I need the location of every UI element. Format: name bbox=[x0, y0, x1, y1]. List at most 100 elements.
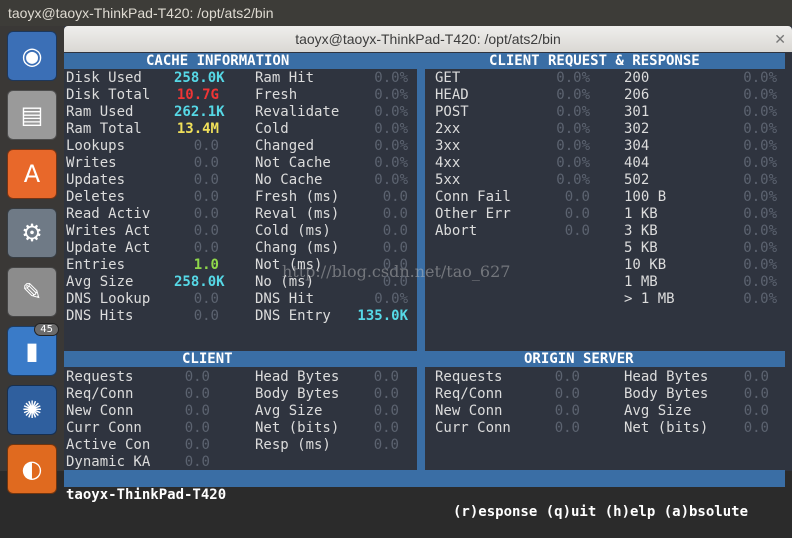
stat-label: 404 bbox=[624, 155, 650, 171]
stat-label: No (ms) bbox=[255, 274, 315, 290]
stat-value: 0.0% bbox=[374, 87, 408, 103]
stat-label: Avg Size bbox=[66, 274, 134, 290]
terminal-titlebar[interactable]: taoyx@taoyx-ThinkPad-T420: /opt/ats2/bin… bbox=[64, 26, 792, 52]
launcher-item-shutter-aperture[interactable]: ✺ bbox=[7, 385, 57, 435]
stat-value: 0.0 bbox=[382, 206, 408, 222]
stat-label: Entries bbox=[66, 257, 126, 273]
origin-server-title: ORIGIN SERVER bbox=[524, 351, 634, 367]
stat-value: 0.0 bbox=[184, 386, 210, 402]
stat-label: Body Bytes bbox=[624, 386, 709, 402]
stat-value: 0.0% bbox=[556, 121, 590, 137]
stat-label: Lookups bbox=[66, 138, 126, 154]
stat-value: 0.0 bbox=[193, 138, 219, 154]
stat-label: > 1 MB bbox=[624, 291, 675, 307]
stat-value: 0.0% bbox=[374, 104, 408, 120]
stat-value: 0.0% bbox=[743, 87, 777, 103]
stat-label: 3xx bbox=[435, 138, 461, 154]
stat-value: 258.0K bbox=[174, 274, 225, 290]
stat-label: 304 bbox=[624, 138, 650, 154]
stat-label: Net (bits) bbox=[624, 420, 709, 436]
launcher-item-thermometer[interactable]: ▮ 45 bbox=[7, 323, 59, 376]
stat-label: HEAD bbox=[435, 87, 469, 103]
stat-label: Not (ms) bbox=[255, 257, 323, 273]
stat-value: 258.0K bbox=[174, 70, 225, 86]
top-panel: taoyx@taoyx-ThinkPad-T420: /opt/ats2/bin bbox=[0, 0, 792, 26]
stat-value: 0.0% bbox=[743, 155, 777, 171]
stat-value: 0.0 bbox=[743, 420, 769, 436]
stat-label: Body Bytes bbox=[255, 386, 340, 402]
unity-launcher: ◉ ▤ A ⚙ ✎ ▮ 45 ✺ ◐ bbox=[0, 26, 64, 494]
stat-label: Req/Conn bbox=[435, 386, 503, 402]
stat-label: Ram Used bbox=[66, 104, 134, 120]
stat-value: 0.0 bbox=[743, 403, 769, 419]
stat-label: 200 bbox=[624, 70, 650, 86]
launcher-item-firefox[interactable]: ◐ bbox=[7, 444, 57, 494]
stat-label: 3 KB bbox=[624, 223, 658, 239]
text-editor-icon: ✎ bbox=[21, 278, 43, 306]
stat-value: 0.0 bbox=[193, 240, 219, 256]
stat-value: 0.0% bbox=[743, 257, 777, 273]
stat-label: New Conn bbox=[66, 403, 134, 419]
close-icon[interactable]: ✕ bbox=[774, 31, 786, 47]
settings-wrench-icon: ⚙ bbox=[21, 219, 43, 247]
stat-label: Reval (ms) bbox=[255, 206, 340, 222]
stat-value: 0.0 bbox=[382, 189, 408, 205]
stat-label: Net (bits) bbox=[255, 420, 340, 436]
stat-label: Disk Used bbox=[66, 70, 142, 86]
launcher-item-file-cabinet[interactable]: ▤ bbox=[7, 90, 57, 140]
stat-label: Changed bbox=[255, 138, 315, 154]
divider-top bbox=[417, 53, 425, 351]
stat-label: DNS Hits bbox=[66, 308, 134, 324]
stat-label: Req/Conn bbox=[66, 386, 134, 402]
stat-label: Requests bbox=[435, 369, 503, 385]
stat-value: 0.0% bbox=[556, 87, 590, 103]
stat-label: 206 bbox=[624, 87, 650, 103]
shutter-aperture-icon: ✺ bbox=[21, 396, 43, 424]
launcher-item-ubuntu-logo[interactable]: ◉ bbox=[7, 31, 57, 81]
stat-value: 0.0 bbox=[184, 369, 210, 385]
stat-label: Curr Conn bbox=[435, 420, 511, 436]
stat-value: 0.0 bbox=[554, 369, 580, 385]
stat-label: Update Act bbox=[66, 240, 151, 256]
stat-value: 0.0 bbox=[743, 386, 769, 402]
stat-value: 0.0% bbox=[556, 70, 590, 86]
stat-value: 0.0% bbox=[374, 155, 408, 171]
stat-label: DNS Entry bbox=[255, 308, 331, 324]
stat-value: 0.0 bbox=[382, 223, 408, 239]
thermometer-icon: ▮ bbox=[25, 337, 39, 365]
stat-label: Abort bbox=[435, 223, 478, 239]
launcher-item-software-center[interactable]: A bbox=[7, 149, 57, 199]
cache-info-title: CACHE INFORMATION bbox=[146, 53, 290, 69]
stat-value: 0.0% bbox=[743, 240, 777, 256]
stat-label: 10 KB bbox=[624, 257, 667, 273]
stat-label: Cold bbox=[255, 121, 289, 137]
stat-label: Dynamic KA bbox=[66, 454, 151, 470]
window-title: taoyx@taoyx-ThinkPad-T420: /opt/ats2/bin bbox=[295, 31, 561, 47]
stat-value: 135.0K bbox=[357, 308, 408, 324]
stat-label: DNS Lookup bbox=[66, 291, 151, 307]
stat-value: 0.0% bbox=[743, 104, 777, 120]
status-help: (r)esponse (q)uit (h)elp (a)bsolute bbox=[453, 504, 749, 520]
stat-label: Revalidate bbox=[255, 104, 340, 120]
launcher-item-settings-wrench[interactable]: ⚙ bbox=[7, 208, 57, 258]
traffic-top-screen: CACHE INFORMATION CLIENT REQUEST & RESPO… bbox=[64, 52, 792, 520]
stat-value: 0.0 bbox=[564, 223, 590, 239]
stat-value: 0.0 bbox=[382, 274, 408, 290]
stat-label: 502 bbox=[624, 172, 650, 188]
launcher-item-text-editor[interactable]: ✎ bbox=[7, 267, 57, 317]
stat-label: No Cache bbox=[255, 172, 323, 188]
stat-value: 0.0 bbox=[382, 257, 408, 273]
stat-value: 13.4M bbox=[176, 121, 219, 137]
terminal-window: taoyx@taoyx-ThinkPad-T420: /opt/ats2/bin… bbox=[64, 26, 792, 520]
stat-value: 0.0% bbox=[556, 155, 590, 171]
stat-value: 0.0 bbox=[373, 386, 399, 402]
stat-label: POST bbox=[435, 104, 469, 120]
stat-value: 0.0% bbox=[556, 138, 590, 154]
stat-label: DNS Hit bbox=[255, 291, 315, 307]
stat-label: Disk Total bbox=[66, 87, 151, 103]
stat-label: Ram Hit bbox=[255, 70, 315, 86]
stat-value: 0.0 bbox=[184, 454, 210, 470]
stat-value: 0.0 bbox=[564, 189, 590, 205]
stat-label: Conn Fail bbox=[435, 189, 511, 205]
stat-value: 0.0 bbox=[193, 206, 219, 222]
